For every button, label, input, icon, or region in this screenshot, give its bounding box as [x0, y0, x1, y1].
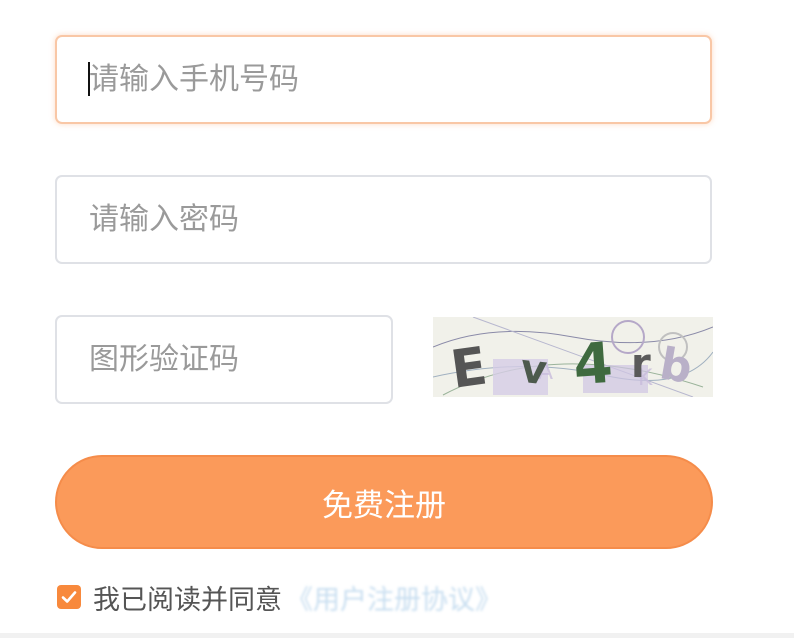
captcha-graphic: A K E v 4 r b — [433, 317, 713, 397]
phone-input[interactable] — [57, 37, 710, 122]
user-agreement-link[interactable]: 《用户注册协议》 — [286, 578, 502, 617]
text-caret — [88, 62, 90, 96]
password-field[interactable] — [55, 175, 712, 264]
agree-label: 我已阅读并同意 — [93, 584, 282, 616]
captcha-field[interactable] — [55, 315, 393, 404]
captcha-char-2: v — [518, 346, 549, 394]
phone-field[interactable] — [55, 35, 712, 124]
password-input[interactable] — [57, 177, 710, 262]
agreement-row: 我已阅读并同意 《用户注册协议》 — [57, 578, 502, 616]
bottom-divider — [0, 633, 794, 638]
register-button[interactable]: 免费注册 — [55, 455, 713, 549]
agree-checkbox[interactable] — [57, 585, 81, 609]
captcha-char-4: r — [631, 341, 651, 387]
checkmark-icon — [61, 591, 77, 603]
captcha-input[interactable] — [57, 317, 391, 402]
captcha-image[interactable]: A K E v 4 r b — [433, 317, 713, 397]
captcha-char-3: 4 — [571, 331, 614, 397]
